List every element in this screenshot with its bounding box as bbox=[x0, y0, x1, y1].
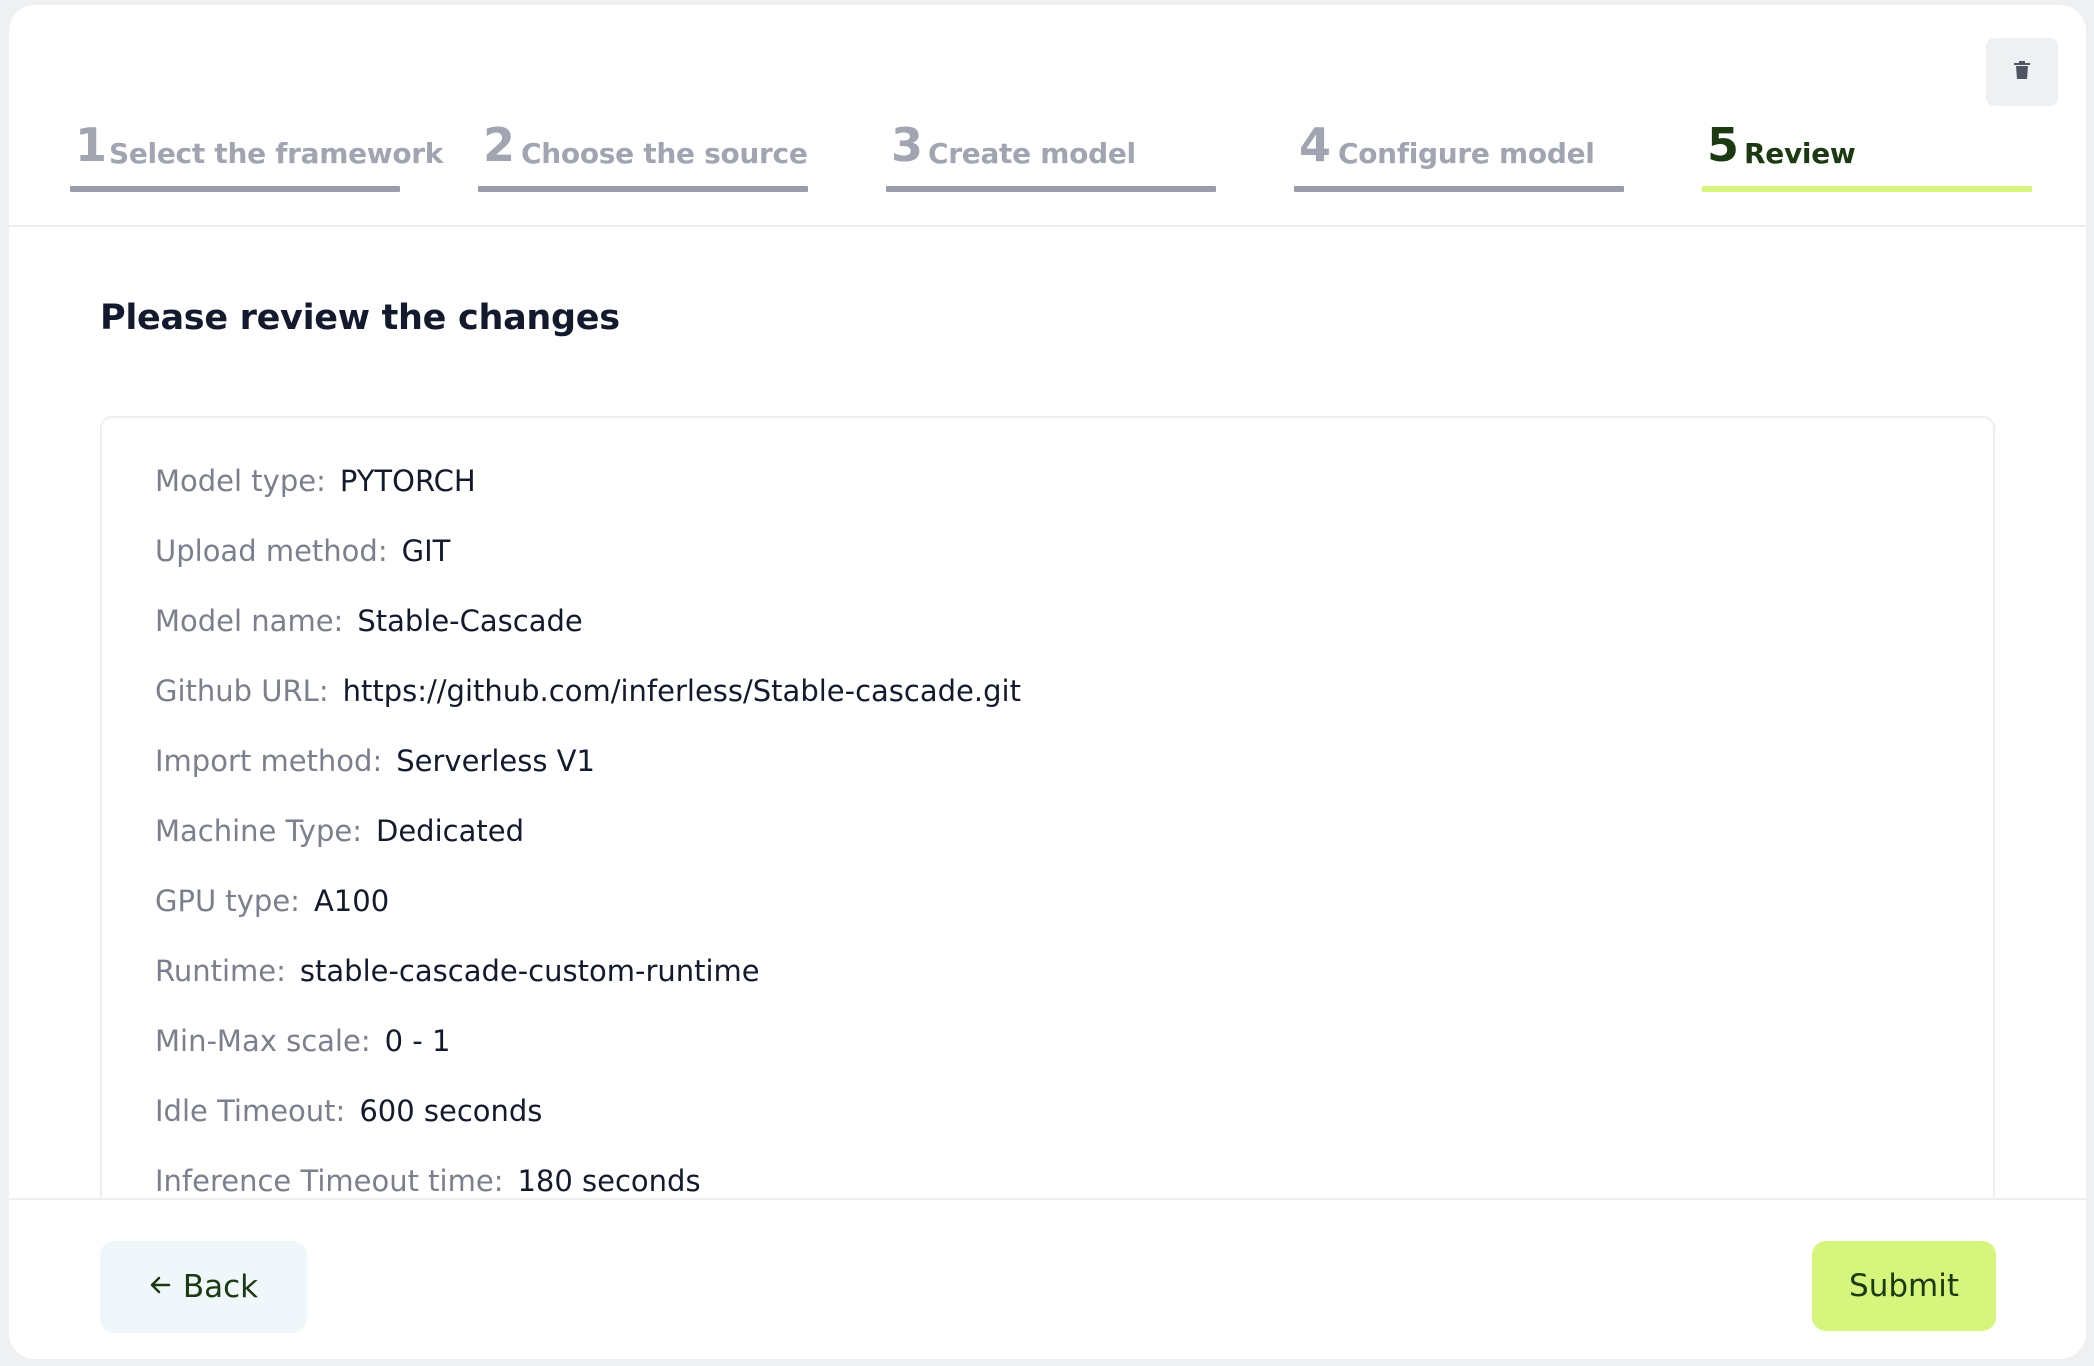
field-value: PYTORCH bbox=[339, 464, 476, 498]
page-title: Please review the changes bbox=[100, 298, 620, 338]
step-label: Create model bbox=[928, 137, 1136, 170]
step-review[interactable]: 5 Review bbox=[1702, 117, 2032, 192]
step-indicator bbox=[70, 186, 400, 192]
field-label: Model type: bbox=[155, 464, 326, 498]
field-label: Min-Max scale: bbox=[155, 1024, 371, 1058]
step-number: 4 bbox=[1299, 118, 1332, 172]
back-button[interactable]: Back bbox=[100, 1241, 307, 1333]
field-value: 0 - 1 bbox=[384, 1024, 451, 1058]
review-row-model-type: Model type: PYTORCH bbox=[155, 467, 476, 496]
review-row-github-url: Github URL: https://github.com/inferless/… bbox=[155, 677, 1021, 706]
field-label: GPU type: bbox=[155, 884, 300, 918]
footer: Back Submit bbox=[9, 1198, 2086, 1359]
field-label: Github URL: bbox=[155, 674, 329, 708]
field-value: Serverless V1 bbox=[396, 744, 595, 778]
field-value: stable-cascade-custom-runtime bbox=[299, 954, 760, 988]
field-label: Model name: bbox=[155, 604, 344, 638]
submit-button[interactable]: Submit bbox=[1812, 1241, 1996, 1331]
review-row-inference-timeout: Inference Timeout time: 180 seconds bbox=[155, 1167, 701, 1196]
field-label: Runtime: bbox=[155, 954, 286, 988]
step-number: 1 bbox=[75, 118, 108, 172]
field-label: Machine Type: bbox=[155, 814, 362, 848]
field-label: Inference Timeout time: bbox=[155, 1164, 504, 1198]
model-import-card: 1 Select the framework 2 Choose the sour… bbox=[9, 5, 2086, 1359]
field-value: A100 bbox=[313, 884, 390, 918]
field-value: GIT bbox=[401, 534, 451, 568]
back-label: Back bbox=[182, 1269, 259, 1305]
submit-label: Submit bbox=[1849, 1268, 1959, 1304]
step-configure-model[interactable]: 4 Configure model bbox=[1294, 117, 1624, 192]
review-row-gpu-type: GPU type: A100 bbox=[155, 887, 389, 916]
review-row-upload-method: Upload method: GIT bbox=[155, 537, 450, 566]
step-indicator bbox=[1702, 186, 2032, 192]
field-label: Upload method: bbox=[155, 534, 388, 568]
step-number: 2 bbox=[483, 118, 516, 172]
field-value: Stable-Cascade bbox=[357, 604, 583, 638]
review-row-idle-timeout: Idle Timeout: 600 seconds bbox=[155, 1097, 542, 1126]
field-value: https://github.com/inferless/Stable-casc… bbox=[342, 674, 1021, 708]
field-value: 600 seconds bbox=[359, 1094, 543, 1128]
field-value: 180 seconds bbox=[517, 1164, 701, 1198]
review-row-runtime: Runtime: stable-cascade-custom-runtime bbox=[155, 957, 760, 986]
step-indicator bbox=[478, 186, 808, 192]
stepper: 1 Select the framework 2 Choose the sour… bbox=[9, 5, 2086, 227]
field-label: Idle Timeout: bbox=[155, 1094, 346, 1128]
field-value: Dedicated bbox=[376, 814, 524, 848]
step-select-framework[interactable]: 1 Select the framework bbox=[70, 117, 443, 192]
step-label: Select the framework bbox=[109, 137, 444, 170]
step-choose-source[interactable]: 2 Choose the source bbox=[478, 117, 808, 192]
review-row-model-name: Model name: Stable-Cascade bbox=[155, 607, 583, 636]
step-indicator bbox=[886, 186, 1216, 192]
step-label: Choose the source bbox=[521, 137, 808, 170]
field-label: Import method: bbox=[155, 744, 383, 778]
step-indicator bbox=[1294, 186, 1624, 192]
step-number: 5 bbox=[1707, 118, 1740, 172]
review-summary: Model type: PYTORCH Upload method: GIT Mod… bbox=[100, 416, 1995, 1216]
step-create-model[interactable]: 3 Create model bbox=[886, 117, 1216, 192]
step-label: Review bbox=[1744, 137, 1856, 170]
review-row-min-max-scale: Min-Max scale: 0 - 1 bbox=[155, 1027, 450, 1056]
step-label: Configure model bbox=[1338, 137, 1595, 170]
review-row-machine-type: Machine Type: Dedicated bbox=[155, 817, 524, 846]
review-row-import-method: Import method: Serverless V1 bbox=[155, 747, 595, 776]
arrow-left-icon bbox=[149, 1275, 171, 1299]
step-number: 3 bbox=[891, 118, 924, 172]
